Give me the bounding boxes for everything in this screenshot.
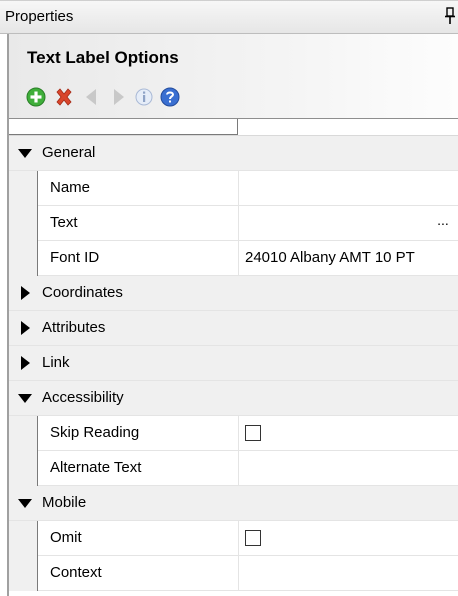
property-row-omit[interactable]: Omit xyxy=(9,521,458,556)
category-mobile[interactable]: Mobile xyxy=(9,486,458,521)
property-value[interactable]: 24010 Albany AMT 10 PT xyxy=(245,249,415,266)
category-label: Accessibility xyxy=(42,389,124,406)
info-icon[interactable] xyxy=(133,86,155,108)
column-header-name[interactable] xyxy=(9,119,238,135)
back-icon[interactable] xyxy=(81,86,103,108)
column-header xyxy=(9,119,458,136)
collapse-arrow-icon[interactable] xyxy=(18,149,32,158)
category-coordinates[interactable]: Coordinates xyxy=(9,276,458,311)
property-label: Alternate Text xyxy=(50,459,142,476)
collapse-arrow-icon[interactable] xyxy=(18,394,32,403)
panel-title: Properties xyxy=(5,8,74,25)
ellipsis-button[interactable]: ... xyxy=(430,213,456,235)
delete-icon[interactable] xyxy=(53,86,75,108)
category-label: Mobile xyxy=(42,494,87,511)
property-label: Name xyxy=(50,179,91,196)
category-label: Link xyxy=(42,354,70,371)
pin-icon[interactable] xyxy=(444,7,456,25)
expand-arrow-icon[interactable] xyxy=(21,356,30,370)
category-label: General xyxy=(42,144,96,161)
expand-arrow-icon[interactable] xyxy=(21,321,30,335)
add-icon[interactable] xyxy=(25,86,47,108)
category-accessibility[interactable]: Accessibility xyxy=(9,381,458,416)
options-heading: Text Label Options xyxy=(27,48,179,67)
help-icon[interactable] xyxy=(159,86,181,108)
property-row-text[interactable]: Text ... xyxy=(9,206,458,241)
property-label: Skip Reading xyxy=(50,424,140,441)
property-row-alternate-text[interactable]: Alternate Text xyxy=(9,451,458,486)
property-row-skip-reading[interactable]: Skip Reading xyxy=(9,416,458,451)
options-header: Text Label Options xyxy=(9,34,458,118)
property-row-context[interactable]: Context xyxy=(9,556,458,591)
property-row-name[interactable]: Name xyxy=(9,171,458,206)
panel-titlebar: Properties xyxy=(0,0,458,34)
property-label: Omit xyxy=(50,529,82,546)
category-general[interactable]: General xyxy=(9,136,458,171)
category-label: Attributes xyxy=(42,319,106,336)
category-link[interactable]: Link xyxy=(9,346,458,381)
category-label: Coordinates xyxy=(42,284,123,301)
properties-panel: Properties Text Label Options General Na… xyxy=(0,0,458,596)
property-label: Context xyxy=(50,564,102,581)
collapse-arrow-icon[interactable] xyxy=(18,499,32,508)
category-attributes[interactable]: Attributes xyxy=(9,311,458,346)
omit-checkbox[interactable] xyxy=(245,530,261,546)
property-grid: General Name Text ... Font ID 24010 Alba… xyxy=(9,118,458,596)
property-label: Text xyxy=(50,214,78,231)
skip-reading-checkbox[interactable] xyxy=(245,425,261,441)
property-row-font-id[interactable]: Font ID 24010 Albany AMT 10 PT xyxy=(9,241,458,276)
property-label: Font ID xyxy=(50,249,100,266)
forward-icon[interactable] xyxy=(107,86,129,108)
expand-arrow-icon[interactable] xyxy=(21,286,30,300)
